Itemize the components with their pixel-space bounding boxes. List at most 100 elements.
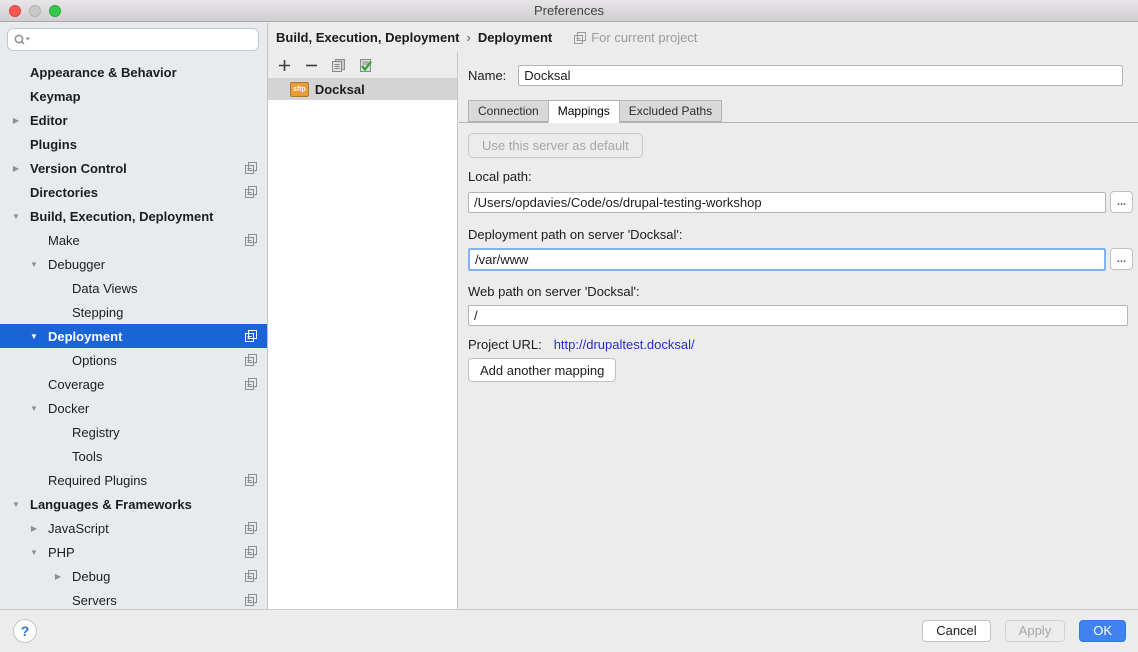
search-input[interactable] [33,29,258,50]
sidebar-item-label: Appearance & Behavior [30,65,177,80]
sidebar-item-data-views[interactable]: Data Views [0,276,267,300]
sidebar-item-keymap[interactable]: Keymap [0,84,267,108]
settings-sidebar: Appearance & Behavior Keymap ▶ Editor Plugin… [0,23,268,609]
remove-server-button[interactable] [303,57,319,73]
use-server-as-default-button[interactable] [357,57,373,73]
sidebar-item-debugger[interactable]: ▼ Debugger [0,252,267,276]
sidebar-item-docker[interactable]: ▼ Docker [0,396,267,420]
for-current-project-icon [245,378,257,390]
breadcrumb-category[interactable]: Build, Execution, Deployment [276,30,459,45]
server-toolbar [268,52,457,78]
browse-deployment-path-button[interactable]: ... [1110,248,1133,270]
sidebar-item-php[interactable]: ▼PHP [0,540,267,564]
sidebar-item-javascript[interactable]: ▶ JavaScript [0,516,267,540]
chevron-down-icon[interactable]: ▼ [26,332,42,341]
add-another-mapping-button[interactable]: Add another mapping [468,358,616,382]
help-button[interactable]: ? [13,619,37,643]
sidebar-item-label: Debugger [48,257,105,272]
window-title: Preferences [0,3,1138,18]
sidebar-item-label: Stepping [72,305,123,320]
sidebar-item-make[interactable]: Make [0,228,267,252]
scope-indicator: For current project [574,30,697,45]
local-path-label: Local path: [468,169,532,184]
sidebar-item-version-control[interactable]: ▶Version Control [0,156,267,180]
sidebar-item-label: Deployment [48,329,122,344]
local-path-input[interactable] [468,192,1106,213]
copy-server-button[interactable] [330,57,346,73]
server-name-input[interactable] [518,65,1123,86]
search-options-chevron-icon [26,37,31,40]
sidebar-item-label: Directories [30,185,98,200]
breadcrumb: Build, Execution, Deployment › Deploymen… [268,23,1138,52]
sidebar-item-label: Required Plugins [48,473,147,488]
tab-excluded-paths[interactable]: Excluded Paths [619,100,722,122]
sidebar-item-tools[interactable]: Tools [0,444,267,468]
chevron-down-icon[interactable]: ▼ [26,548,42,557]
sidebar-item-editor[interactable]: ▶ Editor [0,108,267,132]
dialog-footer: ? Cancel Apply OK [0,609,1138,652]
sidebar-item-label: Tools [72,449,102,464]
sidebar-item-languages-frameworks[interactable]: ▼ Languages & Frameworks [0,492,267,516]
sidebar-item-label: Plugins [30,137,77,152]
for-current-project-icon [245,162,257,174]
add-server-button[interactable] [276,57,292,73]
sidebar-item-label: Registry [72,425,120,440]
chevron-down-icon[interactable]: ▼ [26,404,42,413]
title-bar: Preferences [0,0,1138,22]
apply-button[interactable]: Apply [1005,620,1066,642]
sidebar-item-label: Data Views [72,281,138,296]
sidebar-item-registry[interactable]: Registry [0,420,267,444]
chevron-right-icon[interactable]: ▶ [26,524,42,533]
web-path-input[interactable] [468,305,1128,326]
sidebar-item-label: Editor [30,113,68,128]
browse-local-path-button[interactable]: ... [1110,191,1133,213]
for-current-project-icon [245,594,257,606]
ok-button[interactable]: OK [1079,620,1126,642]
sidebar-item-label: Debug [72,569,110,584]
sidebar-item-required-plugins[interactable]: Required Plugins [0,468,267,492]
name-label: Name: [468,68,506,83]
settings-search[interactable] [7,28,259,51]
chevron-right-icon[interactable]: ▶ [50,572,66,581]
for-current-project-icon [245,354,257,366]
chevron-right-icon[interactable]: ▶ [8,164,24,173]
web-path-label: Web path on server 'Docksal': [468,284,640,299]
sidebar-item-label: Build, Execution, Deployment [30,209,213,224]
sidebar-item-label: Coverage [48,377,104,392]
sidebar-item-appearance-behavior[interactable]: Appearance & Behavior [0,60,267,84]
for-current-project-icon [245,522,257,534]
project-url-label: Project URL: [468,337,542,352]
sidebar-item-build-execution-deployment[interactable]: ▼ Build, Execution, Deployment [0,204,267,228]
tab-mappings[interactable]: Mappings [548,100,619,123]
sidebar-item-label: JavaScript [48,521,109,536]
chevron-right-icon[interactable]: ▶ [8,116,24,125]
deployment-path-input[interactable] [468,248,1106,271]
use-server-as-default-button-disabled[interactable]: Use this server as default [468,133,643,158]
for-current-project-icon [245,186,257,198]
chevron-down-icon[interactable]: ▼ [8,212,24,221]
server-list-item-docksal[interactable]: sftp Docksal [268,78,457,100]
sidebar-item-coverage[interactable]: Coverage [0,372,267,396]
cancel-button[interactable]: Cancel [922,620,990,642]
for-current-project-icon [245,570,257,582]
for-current-project-icon [574,32,586,44]
sidebar-item-stepping[interactable]: Stepping [0,300,267,324]
sidebar-item-directories[interactable]: Directories [0,180,267,204]
server-name: Docksal [315,82,365,97]
sidebar-item-label: Languages & Frameworks [30,497,192,512]
sidebar-item-label: Docker [48,401,89,416]
breadcrumb-page: Deployment [478,30,552,45]
sidebar-item-options[interactable]: Options [0,348,267,372]
sidebar-item-deployment[interactable]: ▼ Deployment [0,324,267,348]
tab-connection[interactable]: Connection [468,100,548,122]
sidebar-item-servers[interactable]: Servers [0,588,267,609]
chevron-down-icon[interactable]: ▼ [8,500,24,509]
sidebar-item-debug[interactable]: ▶ Debug [0,564,267,588]
sidebar-item-plugins[interactable]: Plugins [0,132,267,156]
scope-label: For current project [591,30,697,45]
sftp-server-icon: sftp [290,82,309,97]
sidebar-item-label: Servers [72,593,117,608]
chevron-down-icon[interactable]: ▼ [26,260,42,269]
project-url-link[interactable]: http://drupaltest.docksal/ [554,337,695,352]
for-current-project-icon [245,546,257,558]
